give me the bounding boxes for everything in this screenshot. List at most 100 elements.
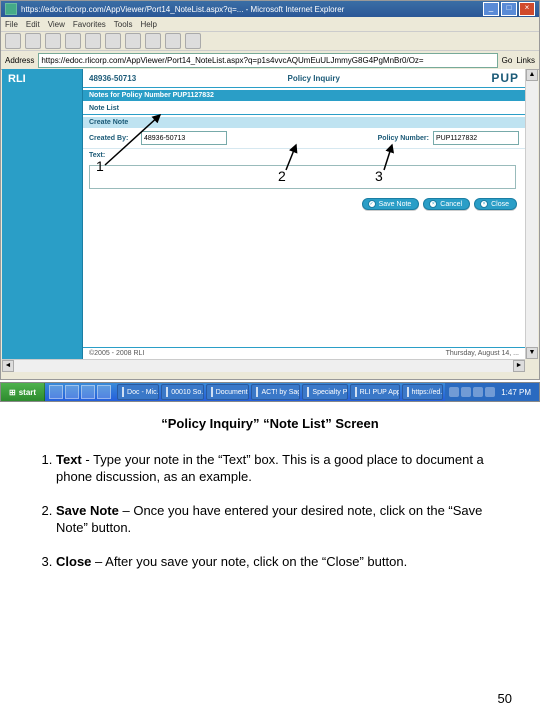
create-note-label: Create Note xyxy=(83,117,525,128)
brand-sidebar: RLI xyxy=(2,69,83,359)
vertical-scrollbar[interactable]: ▲ ▼ xyxy=(525,69,538,359)
window-close-button[interactable]: × xyxy=(519,2,535,16)
cancel-button[interactable]: × Cancel xyxy=(423,198,470,210)
check-icon: ✓ xyxy=(368,200,376,208)
start-button[interactable]: ⊞ start xyxy=(1,383,45,401)
note-text-input[interactable] xyxy=(89,165,516,189)
doc-item-1: Text - Type your note in the “Text” box.… xyxy=(56,451,510,486)
notes-for-policy-bar: Notes for Policy Number PUP1127832 xyxy=(83,90,525,101)
scroll-up-icon[interactable]: ▲ xyxy=(526,69,538,81)
quick-launch-icon[interactable] xyxy=(49,385,63,399)
print-icon[interactable] xyxy=(185,33,201,49)
stop-icon[interactable] xyxy=(45,33,61,49)
menu-edit[interactable]: Edit xyxy=(26,20,40,29)
go-button[interactable]: Go xyxy=(502,56,513,65)
tray-icon[interactable] xyxy=(461,387,471,397)
doc-item-lead: Save Note xyxy=(56,503,119,518)
app-icon xyxy=(211,387,213,397)
app-icon xyxy=(256,387,258,397)
page-number: 50 xyxy=(498,691,512,706)
doc-item-body: - Type your note in the “Text” box. This… xyxy=(56,452,484,485)
windows-logo-icon: ⊞ xyxy=(9,388,16,397)
scroll-right-icon[interactable]: ► xyxy=(513,360,525,372)
quick-launch-icon[interactable] xyxy=(97,385,111,399)
search-icon[interactable] xyxy=(105,33,121,49)
scroll-left-icon[interactable]: ◄ xyxy=(2,360,14,372)
app-icon xyxy=(307,387,309,397)
x-icon: × xyxy=(429,200,437,208)
cancel-label: Cancel xyxy=(440,201,462,208)
task-button[interactable]: Doc - Mic... xyxy=(117,384,159,400)
x-icon: × xyxy=(480,200,488,208)
created-by-label: Created By: xyxy=(89,135,137,142)
favorites-icon[interactable] xyxy=(125,33,141,49)
task-button[interactable]: RLI PUP App... xyxy=(350,384,400,400)
task-button[interactable]: Specialty P... xyxy=(302,384,347,400)
page-footer: ©2005 - 2008 RLI Thursday, August 14, ..… xyxy=(83,347,525,359)
maximize-button[interactable]: □ xyxy=(501,2,517,16)
address-input[interactable] xyxy=(38,53,497,68)
text-row-label: Text: xyxy=(83,149,525,162)
mail-icon[interactable] xyxy=(165,33,181,49)
menu-help[interactable]: Help xyxy=(140,20,156,29)
quick-launch-icon[interactable] xyxy=(65,385,79,399)
policy-number-input[interactable] xyxy=(433,131,519,145)
quick-launch xyxy=(45,385,115,399)
ie-icon xyxy=(5,3,17,15)
doc-item-body: – Once you have entered your desired not… xyxy=(56,503,482,536)
menu-bar: File Edit View Favorites Tools Help xyxy=(1,17,539,32)
refresh-icon[interactable] xyxy=(65,33,81,49)
links-label: Links xyxy=(516,56,535,65)
close-label: Close xyxy=(491,201,509,208)
home-icon[interactable] xyxy=(85,33,101,49)
toolbar xyxy=(1,32,539,51)
tray-icon[interactable] xyxy=(449,387,459,397)
save-note-button[interactable]: ✓ Save Note xyxy=(362,198,420,210)
tray-icon[interactable] xyxy=(473,387,483,397)
menu-tools[interactable]: Tools xyxy=(114,20,133,29)
menu-view[interactable]: View xyxy=(48,20,65,29)
created-by-row: Created By: Policy Number: xyxy=(83,128,525,149)
close-button[interactable]: × Close xyxy=(474,198,517,210)
status-bar xyxy=(2,372,538,378)
page-header: 48936-50713 Policy Inquiry PUP xyxy=(83,69,525,88)
scroll-down-icon[interactable]: ▼ xyxy=(526,347,538,359)
app-icon xyxy=(122,387,124,397)
footer-date: Thursday, August 14, ... xyxy=(446,350,519,357)
address-bar: Address Go Links xyxy=(1,51,539,70)
menu-file[interactable]: File xyxy=(5,20,18,29)
task-button[interactable]: 00010 So... xyxy=(161,384,203,400)
task-button[interactable]: Document... xyxy=(206,384,250,400)
address-label: Address xyxy=(5,56,34,65)
start-label: start xyxy=(19,388,36,397)
task-button[interactable]: https://ed... xyxy=(402,384,444,400)
brand-right: PUP xyxy=(491,71,519,85)
callout-number-2: 2 xyxy=(278,168,286,184)
minimize-button[interactable]: _ xyxy=(483,2,499,16)
doc-item-body: – After you save your note, click on the… xyxy=(91,554,407,569)
agent-code: 48936-50713 xyxy=(89,74,136,83)
window-title: https://edoc.rlicorp.com/AppViewer/Port1… xyxy=(21,5,344,14)
title-bar: https://edoc.rlicorp.com/AppViewer/Port1… xyxy=(1,1,539,17)
doc-item-lead: Text xyxy=(56,452,82,467)
clock: 1:47 PM xyxy=(497,388,535,397)
created-by-input[interactable] xyxy=(141,131,227,145)
forward-icon[interactable] xyxy=(25,33,41,49)
history-icon[interactable] xyxy=(145,33,161,49)
callout-number-1: 1 xyxy=(96,158,104,174)
menu-favorites[interactable]: Favorites xyxy=(73,20,106,29)
app-icon xyxy=(166,387,168,397)
doc-item-lead: Close xyxy=(56,554,91,569)
app-icon xyxy=(355,387,357,397)
back-icon[interactable] xyxy=(5,33,21,49)
page-viewport: RLI 48936-50713 Policy Inquiry PUP Notes… xyxy=(2,69,525,359)
doc-item-2: Save Note – Once you have entered your d… xyxy=(56,502,510,537)
tray-icon[interactable] xyxy=(485,387,495,397)
quick-launch-icon[interactable] xyxy=(81,385,95,399)
app-icon xyxy=(407,387,409,397)
browser-window: https://edoc.rlicorp.com/AppViewer/Port1… xyxy=(0,0,540,380)
task-button[interactable]: ACT! by Sag... xyxy=(251,384,300,400)
policy-number-label: Policy Number: xyxy=(378,135,429,142)
taskbar: ⊞ start Doc - Mic... 00010 So... Documen… xyxy=(0,382,540,402)
horizontal-scrollbar[interactable]: ◄ ► xyxy=(2,359,525,372)
